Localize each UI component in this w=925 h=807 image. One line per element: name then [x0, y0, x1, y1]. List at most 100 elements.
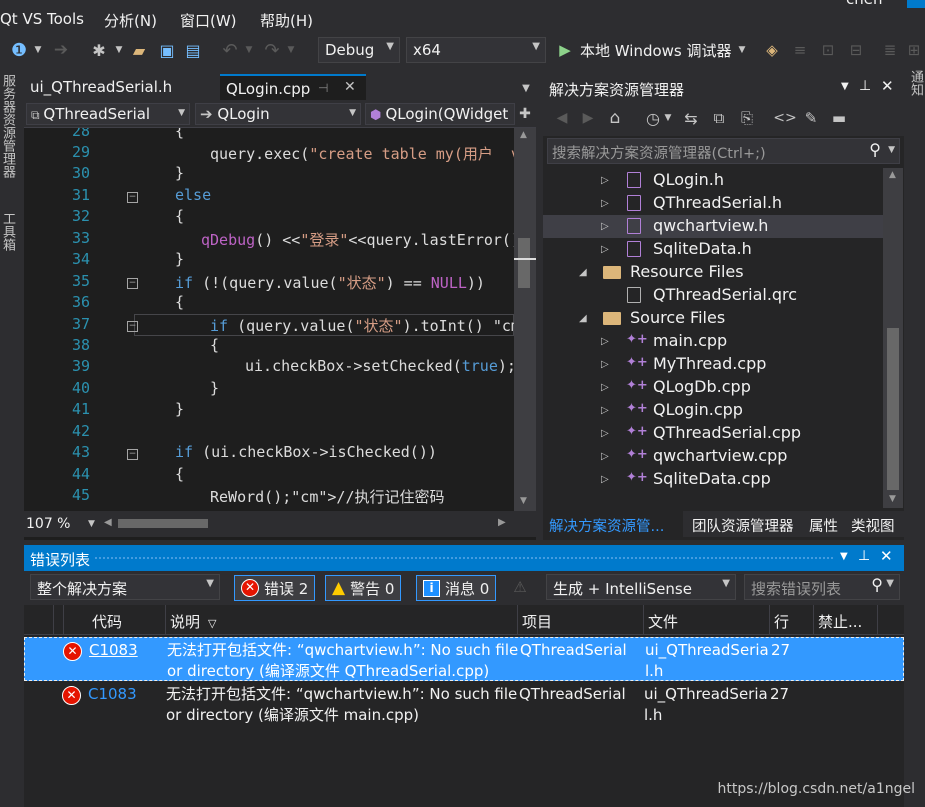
pin-icon[interactable]: ⊥ [859, 78, 871, 94]
tree-item[interactable]: QThreadSerial.qrc [653, 285, 797, 304]
clear-filter-icon[interactable]: ⚠ [510, 575, 530, 599]
solution-tree-scrollbar[interactable]: ▲ ▼ [883, 168, 903, 508]
close-icon[interactable]: ✕ [344, 79, 356, 95]
solution-search-input[interactable]: 搜索解决方案资源管理器(Ctrl+;) ⚲ ▼ [547, 138, 900, 164]
redo-icon[interactable]: ↷ [262, 38, 282, 62]
column-icon[interactable] [24, 605, 54, 635]
horizontal-scroll-thumb[interactable] [118, 519, 208, 528]
new-dropdown-icon[interactable]: ▼ [114, 38, 124, 62]
back-icon[interactable]: ❶ [8, 38, 30, 62]
close-icon[interactable]: ✕ [880, 547, 893, 565]
code-view[interactable]: 28 29 30 31 32 33 34 35 36 37 38 39 40 4… [24, 128, 514, 511]
tab-list-dropdown-icon[interactable]: ▼ [518, 76, 534, 100]
server-explorer-tab[interactable]: 服务器资源管理器 [0, 74, 15, 178]
new-project-icon[interactable]: ✱ [88, 38, 110, 62]
save-all-icon[interactable]: ▤ [182, 38, 204, 62]
tree-item[interactable]: QLogin.h [653, 170, 724, 189]
collapse-icon[interactable]: ◢ [579, 267, 587, 278]
search-icon[interactable]: ⚲ [869, 140, 881, 159]
scroll-up-icon[interactable]: ▲ [889, 170, 896, 180]
scroll-thumb[interactable] [887, 328, 899, 490]
expand-icon[interactable]: ▷ [601, 198, 609, 209]
redo-dropdown-icon[interactable]: ▼ [286, 38, 296, 62]
expand-icon[interactable]: ▷ [601, 451, 609, 462]
save-icon[interactable]: ▣ [156, 38, 178, 62]
dropdown-icon[interactable]: ▼ [663, 106, 673, 130]
zoom-dropdown-icon[interactable]: ▼ [88, 519, 95, 529]
show-all-files-icon[interactable]: ⎘ [737, 106, 757, 130]
menu-analyze[interactable]: 分析(N) [104, 10, 157, 31]
platform-select[interactable]: x64 ▼ [406, 37, 546, 63]
open-file-icon[interactable]: ▰ [128, 38, 150, 62]
start-debug-icon[interactable]: ▶ [555, 38, 575, 62]
collapse-icon[interactable]: ◢ [579, 313, 587, 324]
search-options-icon[interactable]: ▼ [888, 145, 895, 155]
source-select[interactable]: 生成 + IntelliSense ▼ [546, 574, 736, 600]
configuration-select[interactable]: Debug ▼ [318, 37, 400, 63]
scroll-down-icon[interactable]: ▼ [520, 496, 527, 506]
expand-icon[interactable]: ▷ [601, 405, 609, 416]
tree-item[interactable]: QThreadSerial.h [653, 193, 782, 212]
tree-item[interactable]: qwchartview.h [653, 216, 768, 235]
sync-icon[interactable]: ⇆ [681, 106, 701, 130]
tree-item[interactable]: QLogin.cpp [653, 400, 743, 419]
back-icon[interactable]: ◀ [553, 106, 571, 130]
tree-item[interactable]: main.cpp [653, 331, 727, 350]
zoom-level[interactable]: 107 % [26, 516, 70, 532]
back-dropdown-icon[interactable]: ▼ [32, 38, 44, 62]
member-select[interactable]: ⬢ QLogin(QWidget [365, 103, 515, 125]
errors-filter-button[interactable]: ✕ 错误 2 [234, 575, 316, 601]
pin-icon[interactable]: ⊣ [318, 81, 328, 95]
expand-icon[interactable]: ▷ [601, 244, 609, 255]
scroll-up-icon[interactable]: ▲ [520, 130, 527, 140]
error-search-input[interactable]: 搜索错误列表 ⚲ ▼ [744, 574, 900, 600]
forward-icon[interactable]: ▶ [579, 106, 597, 130]
tree-item[interactable]: qwchartview.cpp [653, 446, 787, 465]
tree-item[interactable]: SqliteData.h [653, 239, 752, 258]
error-row[interactable]: ✕ C1083 无法打开包括文件: “qwchartview.h”: No su… [24, 637, 904, 681]
column-description[interactable]: 说明 ▽ [166, 605, 518, 635]
column-code[interactable]: 代码 [88, 605, 166, 635]
fold-toggle-icon[interactable]: − [127, 278, 138, 289]
tab-properties[interactable]: 属性 [809, 515, 838, 536]
expand-icon[interactable]: ▷ [601, 336, 609, 347]
window-options-icon[interactable]: ▼ [840, 551, 848, 562]
scroll-down-icon[interactable]: ▼ [889, 494, 896, 504]
tab-qlogin-cpp[interactable]: QLogin.cpp ⊣ ✕ [220, 74, 366, 100]
pin-icon[interactable]: ⊥ [858, 548, 870, 564]
tree-folder[interactable]: Source Files [630, 308, 725, 327]
expand-icon[interactable]: ▷ [601, 382, 609, 393]
column-project[interactable]: 项目 [518, 605, 644, 635]
user-name[interactable]: chen [846, 0, 883, 8]
notifications-tab[interactable]: 通知 [908, 70, 925, 96]
bookmark-next-icon[interactable]: ⊟ [846, 38, 866, 62]
comment-icon[interactable]: ≡ [790, 38, 810, 62]
scroll-left-icon[interactable]: ◀ [104, 517, 112, 528]
tab-class-view[interactable]: 类视图 [851, 515, 895, 536]
collapse-all-icon[interactable]: ⧉ [709, 106, 729, 130]
expand-icon[interactable]: ▷ [601, 428, 609, 439]
editor-vertical-scrollbar[interactable]: ▲ ▼ [514, 128, 536, 511]
forward-icon[interactable]: ➔ [52, 38, 70, 62]
tree-folder[interactable]: Resource Files [630, 262, 744, 281]
window-options-icon[interactable]: ▼ [841, 81, 849, 92]
debug-target-dropdown-icon[interactable]: ▼ [737, 38, 747, 62]
view-code-icon[interactable]: <> [773, 106, 796, 130]
home-icon[interactable]: ⌂ [605, 106, 625, 130]
tree-item[interactable]: MyThread.cpp [653, 354, 766, 373]
tree-item[interactable]: QLogDb.cpp [653, 377, 751, 396]
error-row[interactable]: ✕ C1083 无法打开包括文件: “qwchartview.h”: No su… [24, 682, 904, 726]
fold-toggle-icon[interactable]: − [127, 321, 138, 332]
bookmark-icon[interactable]: ⊡ [818, 38, 838, 62]
error-code-link[interactable]: C1083 [88, 684, 137, 705]
expand-icon[interactable]: ▷ [601, 474, 609, 485]
menu-qt-vs-tools[interactable]: Qt VS Tools [0, 10, 84, 28]
split-editor-icon[interactable]: ✚ [516, 102, 534, 126]
start-debug-button[interactable]: 本地 Windows 调试器 [580, 38, 740, 62]
tab-team-explorer[interactable]: 团队资源管理器 [692, 515, 794, 536]
undo-icon[interactable]: ↶ [220, 38, 240, 62]
outdent-icon[interactable]: ⊞ [904, 38, 924, 62]
tree-item[interactable]: SqliteData.cpp [653, 469, 771, 488]
fold-toggle-icon[interactable]: − [127, 192, 138, 203]
scope-select[interactable]: 整个解决方案 ▼ [30, 574, 220, 600]
